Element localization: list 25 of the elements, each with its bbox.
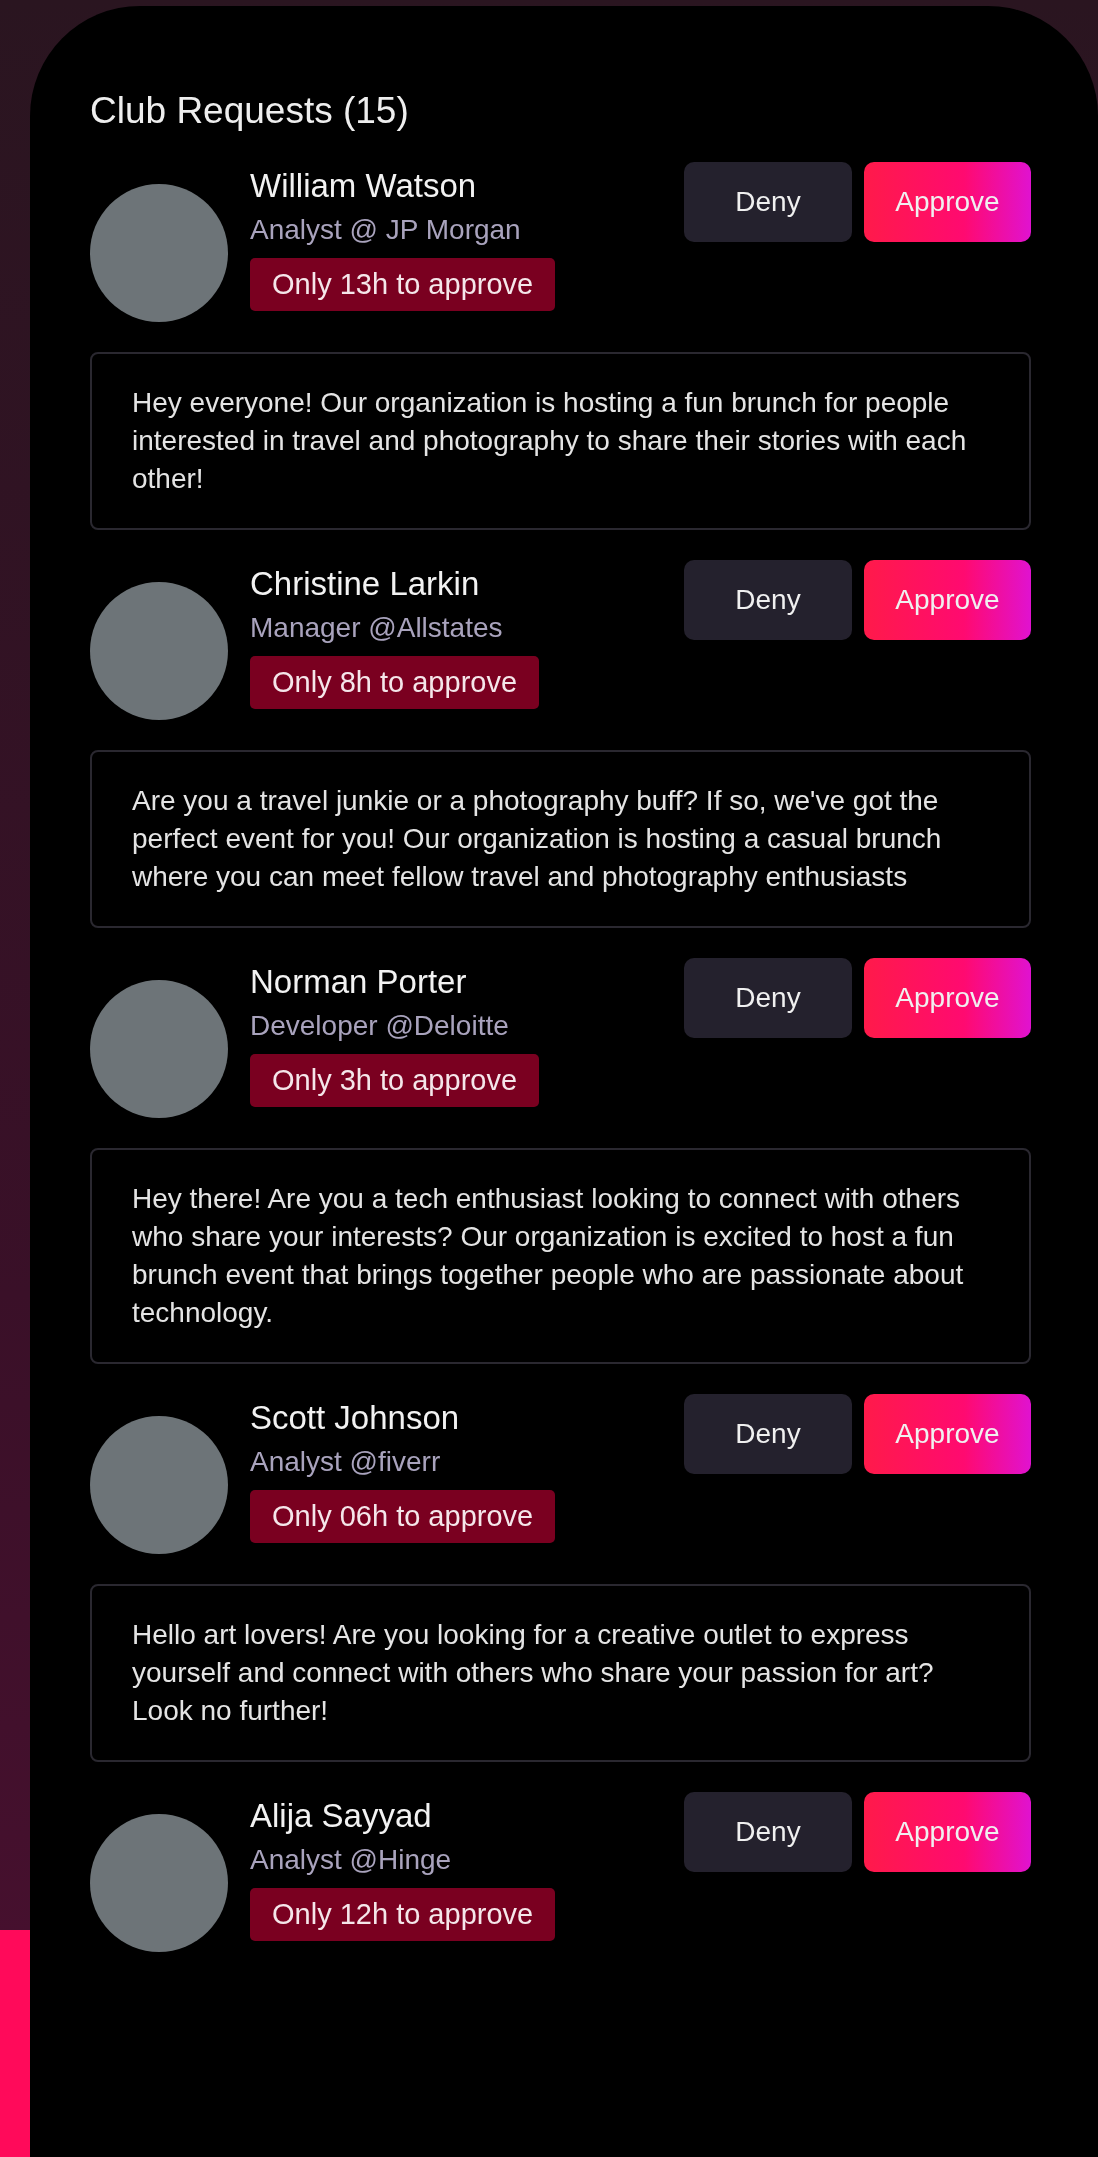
requester-role: Analyst @Hinge (250, 1843, 452, 1877)
page-title: Club Requests (15) (90, 90, 410, 132)
requester-role: Analyst @ JP Morgan (250, 213, 521, 247)
requester-name: Alija Sayyad (250, 1796, 432, 1836)
deny-button[interactable]: Deny (684, 958, 852, 1038)
deny-button[interactable]: Deny (684, 560, 852, 640)
requester-name: Scott Johnson (250, 1398, 460, 1438)
requester-role: Manager @Allstates (250, 611, 503, 645)
request-message: Hey everyone! Our organization is hosting a fun brunch for people interested in travel and photography to share their stories with each other! (90, 352, 1031, 530)
deny-button[interactable]: Deny (684, 162, 852, 242)
deny-button[interactable]: Deny (684, 1394, 852, 1474)
deadline-badge: Only 3h to approve (250, 1054, 540, 1107)
requester-name: Norman Porter (250, 962, 467, 1002)
deny-button[interactable]: Deny (684, 1792, 852, 1872)
deadline-badge: Only 13h to approve (250, 258, 556, 311)
deadline-badge: Only 06h to approve (250, 1490, 556, 1543)
requester-name: William Watson (250, 166, 477, 206)
request-message: Are you a travel junkie or a photography buff? If so, we've got the perfect event for you! Our organization is hosting a casual brunch where you can meet fellow travel and photography enthusiasts (90, 750, 1031, 928)
request-message: Hello art lovers! Are you looking for a creative outlet to express yourself and connect with others who share your passion for art? Look no further! (90, 1584, 1031, 1762)
deadline-badge: Only 8h to approve (250, 656, 540, 709)
deadline-badge: Only 12h to approve (250, 1888, 556, 1941)
request-message: Hey there! Are you a tech enthusiast looking to connect with others who share your interests? Our organization is excited to host a fun brunch event that brings together people who are passionate about technology. (90, 1148, 1031, 1364)
requester-name: Christine Larkin (250, 564, 480, 604)
requester-role: Analyst @fiverr (250, 1445, 441, 1479)
requester-role: Developer @Deloitte (250, 1009, 509, 1043)
